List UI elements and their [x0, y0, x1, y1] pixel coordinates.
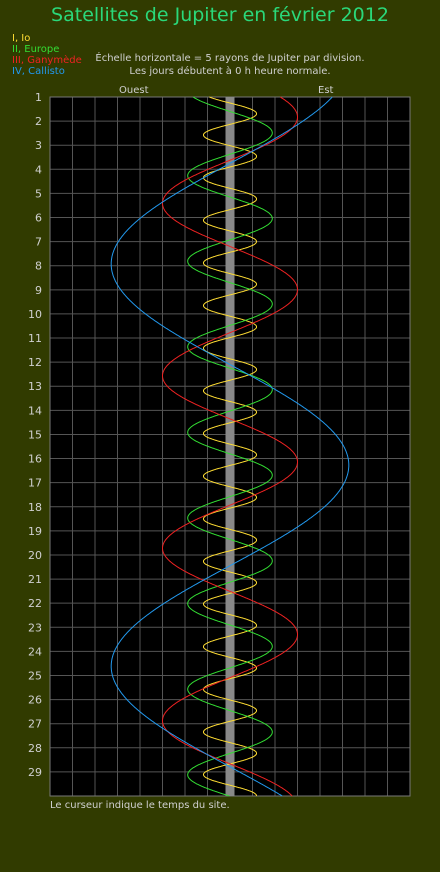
jupiter-band — [225, 97, 235, 796]
day-tick-label: 14 — [28, 404, 42, 417]
day-tick-label: 28 — [28, 742, 42, 755]
day-tick-label: 2 — [35, 115, 42, 128]
day-tick-label: 9 — [35, 284, 42, 297]
day-tick-label: 26 — [28, 694, 42, 707]
day-tick-label: 11 — [28, 332, 42, 345]
footer-note: Le curseur indique le temps du site. — [50, 800, 230, 811]
day-tick-label: 19 — [28, 525, 42, 538]
day-tick-label: 7 — [35, 236, 42, 249]
day-tick-label: 8 — [35, 260, 42, 273]
day-tick-label: 15 — [28, 428, 42, 441]
day-tick-label: 6 — [35, 212, 42, 225]
day-tick-label: 21 — [28, 573, 42, 586]
day-tick-label: 23 — [28, 621, 42, 634]
day-tick-label: 13 — [28, 380, 42, 393]
day-tick-label: 22 — [28, 597, 42, 610]
day-tick-label: 1 — [35, 91, 42, 104]
day-tick-label: 17 — [28, 477, 42, 490]
day-tick-label: 18 — [28, 501, 42, 514]
orbit-chart[interactable]: 1234567891011121314151617181920212223242… — [0, 0, 440, 872]
day-tick-label: 4 — [35, 163, 42, 176]
day-tick-label: 20 — [28, 549, 42, 562]
day-tick-label: 12 — [28, 356, 42, 369]
day-tick-label: 24 — [28, 645, 42, 658]
day-tick-label: 27 — [28, 718, 42, 731]
day-tick-label: 29 — [28, 766, 42, 779]
day-tick-label: 16 — [28, 453, 42, 466]
day-tick-label: 5 — [35, 187, 42, 200]
day-tick-label: 3 — [35, 139, 42, 152]
day-tick-label: 10 — [28, 308, 42, 321]
day-tick-label: 25 — [28, 669, 42, 682]
